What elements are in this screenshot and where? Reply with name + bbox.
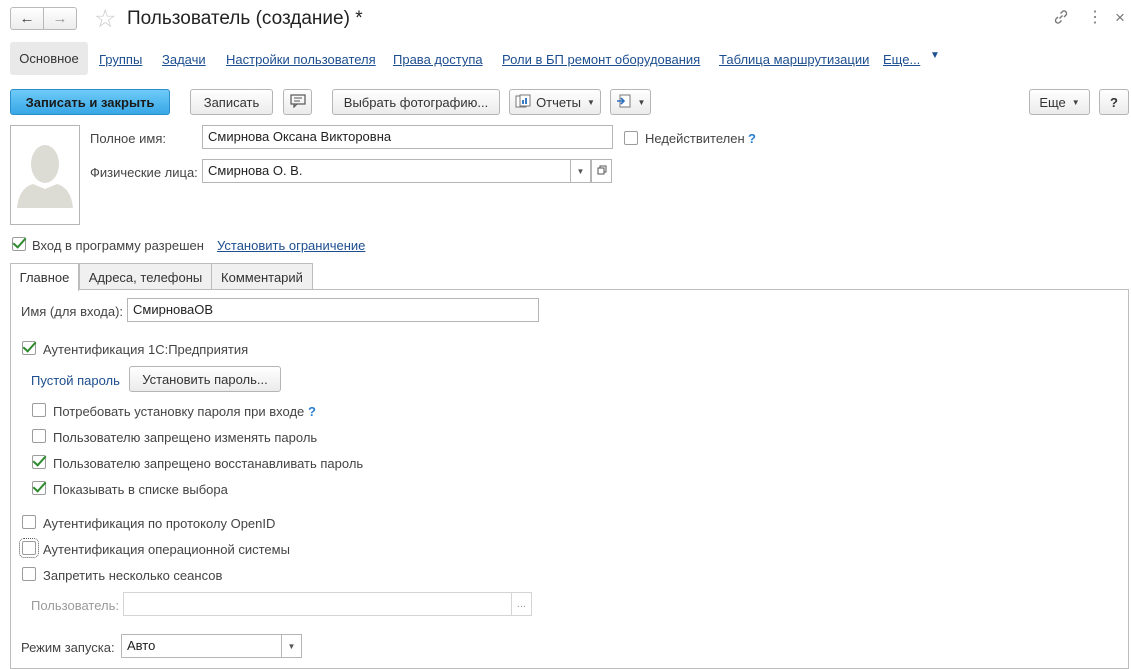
login-name-input[interactable]: СмирноваОВ xyxy=(127,298,539,322)
reports-label: Отчеты xyxy=(536,94,581,110)
arrow-document-icon xyxy=(616,94,632,111)
print-menu-button[interactable]: ▼ xyxy=(610,89,651,115)
login-name-label: Имя (для входа): xyxy=(21,304,124,319)
deny-restore-password-label: Пользователю запрещено восстанавливать п… xyxy=(53,456,364,471)
full-name-label: Полное имя: xyxy=(90,131,166,146)
section-routing-table[interactable]: Таблица маршрутизации xyxy=(719,52,869,67)
reports-icon xyxy=(515,94,531,111)
section-more[interactable]: Еще... xyxy=(883,52,920,67)
set-password-button[interactable]: Установить пароль... xyxy=(129,366,281,392)
persons-open-button[interactable] xyxy=(591,159,612,183)
openid-label: Аутентификация по протоколу OpenID xyxy=(43,516,276,531)
chevron-down-icon: ▼ xyxy=(1071,97,1080,107)
deny-change-password-checkbox[interactable] xyxy=(32,429,46,443)
chevron-down-icon: ▼ xyxy=(576,166,585,176)
invalid-checkbox[interactable] xyxy=(624,131,638,145)
section-tasks[interactable]: Задачи xyxy=(162,52,206,67)
require-password-checkbox[interactable] xyxy=(32,403,46,417)
deny-restore-password-checkbox[interactable] xyxy=(32,455,46,469)
more-label: Еще xyxy=(1039,94,1066,110)
open-window-icon xyxy=(597,165,607,177)
more-button[interactable]: Еще ▼ xyxy=(1029,89,1090,115)
favorite-star-icon[interactable]: ☆ xyxy=(94,4,116,34)
persons-label: Физические лица: xyxy=(90,165,198,180)
section-user-settings[interactable]: Настройки пользователя xyxy=(226,52,376,67)
save-button[interactable]: Записать xyxy=(190,89,273,115)
require-password-label: Потребовать установку пароля при входе xyxy=(53,404,305,419)
page-title: Пользователь (создание) * xyxy=(127,8,363,29)
auth-1c-checkbox[interactable] xyxy=(22,341,36,355)
arrow-right-icon: → xyxy=(52,10,68,27)
os-user-select-button[interactable]: ... xyxy=(511,592,532,616)
back-button[interactable]: ← xyxy=(10,7,44,30)
login-allowed-checkbox[interactable] xyxy=(12,237,26,251)
link-icon[interactable] xyxy=(1052,8,1070,32)
help-question-icon[interactable]: ? xyxy=(308,404,316,419)
chevron-down-icon: ▼ xyxy=(587,97,595,107)
section-access-rights[interactable]: Права доступа xyxy=(393,52,483,67)
launch-mode-label: Режим запуска: xyxy=(21,640,115,655)
chevron-down-icon: ▼ xyxy=(637,97,646,107)
chevron-down-icon: ▼ xyxy=(930,50,940,61)
tab-main[interactable]: Главное xyxy=(10,263,79,291)
empty-password-link[interactable]: Пустой пароль xyxy=(31,373,120,388)
invalid-label: Недействителен xyxy=(645,131,745,146)
help-button[interactable]: ? xyxy=(1099,89,1129,115)
deny-change-password-label: Пользователю запрещено изменять пароль xyxy=(53,430,318,445)
arrow-left-icon: ← xyxy=(19,10,35,27)
save-and-close-button[interactable]: Записать и закрыть xyxy=(10,89,170,115)
full-name-input[interactable]: Смирнова Оксана Викторовна xyxy=(202,125,613,149)
more-actions-icon[interactable]: ⋮ xyxy=(1087,8,1103,28)
section-bp-roles[interactable]: Роли в БП ремонт оборудования xyxy=(502,52,700,67)
os-user-label: Пользователь: xyxy=(31,598,119,613)
comment-icon xyxy=(289,93,306,111)
choose-photo-button[interactable]: Выбрать фотографию... xyxy=(332,89,500,115)
show-in-list-label: Показывать в списке выбора xyxy=(53,482,228,497)
help-question-icon[interactable]: ? xyxy=(748,131,756,146)
avatar-placeholder-icon xyxy=(17,145,73,208)
launch-mode-dropdown-button[interactable]: ▼ xyxy=(281,634,302,658)
persons-dropdown-button[interactable]: ▼ xyxy=(570,159,591,183)
forward-button[interactable]: → xyxy=(43,7,77,30)
login-allowed-label: Вход в программу разрешен xyxy=(32,238,204,253)
os-auth-checkbox[interactable] xyxy=(19,538,39,558)
chevron-down-icon: ▼ xyxy=(287,641,296,651)
os-auth-label: Аутентификация операционной системы xyxy=(43,542,290,557)
launch-mode-select[interactable]: Авто xyxy=(121,634,282,658)
tab-comment[interactable]: Комментарий xyxy=(211,263,313,290)
deny-sessions-label: Запретить несколько сеансов xyxy=(43,568,223,583)
show-in-list-checkbox[interactable] xyxy=(32,481,46,495)
set-restriction-link[interactable]: Установить ограничение xyxy=(217,238,365,253)
discussion-button[interactable] xyxy=(283,89,312,115)
tab-addresses[interactable]: Адреса, телефоны xyxy=(79,263,212,290)
reports-button[interactable]: Отчеты ▼ xyxy=(509,89,601,115)
auth-1c-label: Аутентификация 1С:Предприятия xyxy=(43,342,249,357)
deny-sessions-checkbox[interactable] xyxy=(22,567,36,581)
persons-input[interactable]: Смирнова О. В. xyxy=(202,159,571,183)
user-photo[interactable] xyxy=(10,125,80,225)
section-main[interactable]: Основное xyxy=(10,42,88,75)
os-user-input[interactable] xyxy=(123,592,512,616)
openid-checkbox[interactable] xyxy=(22,515,36,529)
section-groups[interactable]: Группы xyxy=(99,52,142,67)
close-icon[interactable]: × xyxy=(1115,8,1125,28)
